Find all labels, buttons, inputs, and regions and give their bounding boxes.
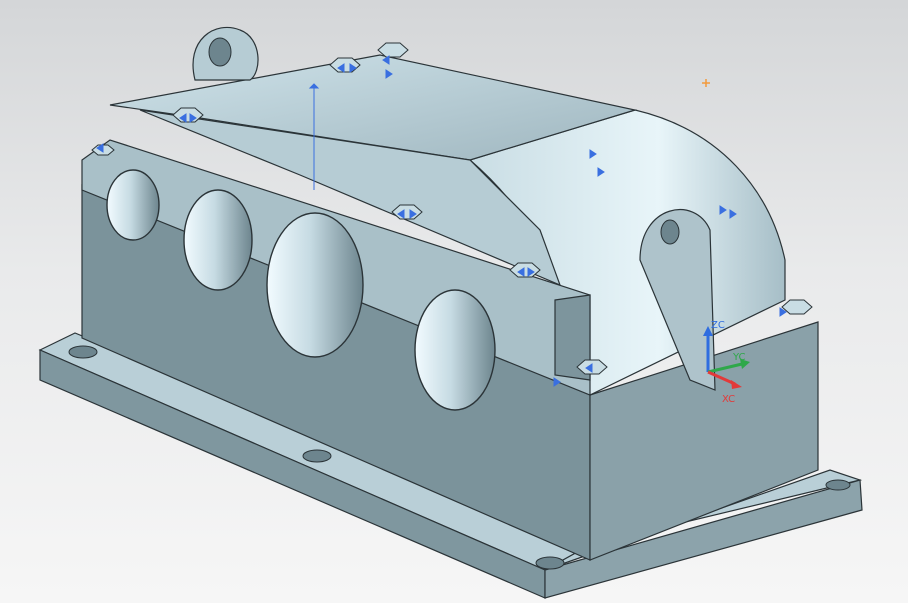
lifting-lug-left[interactable]	[192, 26, 259, 81]
bolt-hole[interactable]	[825, 479, 851, 491]
bearing-bore[interactable]	[266, 212, 364, 358]
cad-scene[interactable]: ZC YC XC	[0, 0, 908, 603]
bolt-hole[interactable]	[68, 345, 98, 359]
graphics-viewport[interactable]: ZC YC XC	[0, 0, 908, 603]
x-axis-label: XC	[722, 394, 735, 405]
z-axis-label: ZC	[711, 320, 725, 331]
y-axis-label: YC	[732, 352, 746, 363]
bearing-bore[interactable]	[106, 169, 160, 241]
bolt-hole[interactable]	[535, 556, 565, 570]
bolt-hole[interactable]	[302, 449, 332, 463]
bearing-bore[interactable]	[183, 189, 253, 291]
bearing-bore[interactable]	[414, 289, 496, 411]
bolt[interactable]	[377, 42, 409, 58]
point-marker[interactable]	[702, 79, 710, 87]
